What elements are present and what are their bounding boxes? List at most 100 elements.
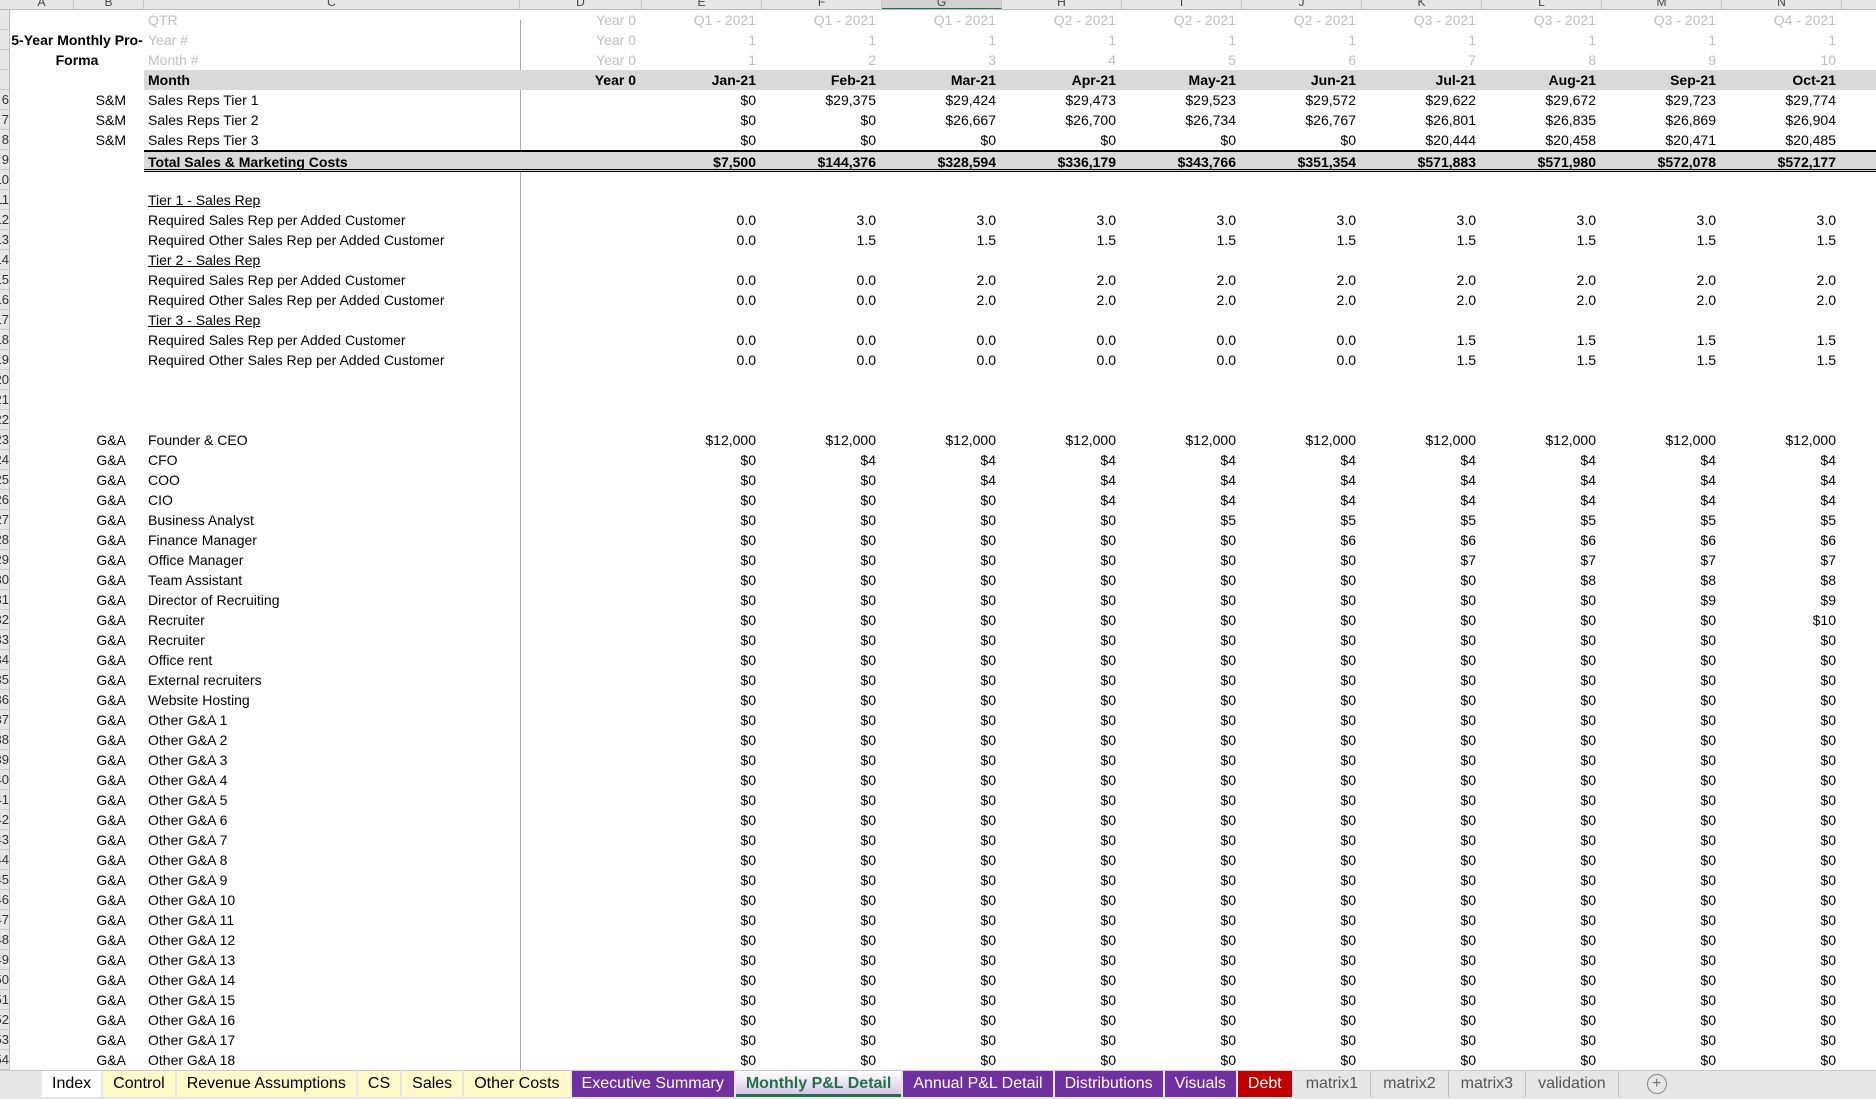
value-cell[interactable]: $0: [1482, 950, 1602, 970]
value-cell[interactable]: 1.5: [1362, 350, 1482, 370]
value-cell[interactable]: 1.5: [1482, 330, 1602, 350]
category-cell[interactable]: G&A: [74, 790, 144, 810]
value-cell[interactable]: $0: [1722, 710, 1842, 730]
row-number[interactable]: [0, 30, 10, 50]
value-cell[interactable]: $0: [1122, 650, 1242, 670]
header-cell[interactable]: 10: [1722, 50, 1842, 70]
value-cell[interactable]: $5: [1242, 510, 1362, 530]
value-cell[interactable]: $0: [1602, 970, 1722, 990]
row-number[interactable]: 7: [0, 110, 10, 130]
value-cell[interactable]: $0: [1362, 850, 1482, 870]
sheet-tab-validation[interactable]: validation: [1526, 1071, 1619, 1097]
column-header-G[interactable]: G: [882, 0, 1002, 9]
value-cell[interactable]: $0: [882, 570, 1002, 590]
sheet-tab-executive-summary[interactable]: Executive Summary: [571, 1071, 734, 1097]
sheet-tab-revenue-assumptions[interactable]: Revenue Assumptions: [176, 1071, 356, 1097]
category-cell[interactable]: G&A: [74, 630, 144, 650]
value-cell[interactable]: $0: [642, 550, 762, 570]
value-cell[interactable]: $0: [1122, 1030, 1242, 1050]
header-label[interactable]: Month #: [144, 50, 520, 70]
value-cell[interactable]: $5: [1602, 510, 1722, 530]
value-cell[interactable]: $0: [882, 870, 1002, 890]
value-cell[interactable]: $0: [762, 470, 882, 490]
value-cell[interactable]: [520, 150, 642, 172]
row-number[interactable]: 49: [0, 950, 10, 970]
value-cell[interactable]: $0: [882, 930, 1002, 950]
value-cell[interactable]: $0: [1362, 750, 1482, 770]
value-cell[interactable]: $0: [1722, 730, 1842, 750]
value-cell[interactable]: $0: [642, 970, 762, 990]
value-cell[interactable]: $0: [1602, 670, 1722, 690]
value-cell[interactable]: $0: [1362, 930, 1482, 950]
row-number[interactable]: 38: [0, 730, 10, 750]
value-cell[interactable]: $29,723: [1602, 90, 1722, 110]
value-cell[interactable]: 1.5: [1482, 350, 1602, 370]
value-cell[interactable]: $29,523: [1122, 90, 1242, 110]
category-cell[interactable]: S&M: [74, 110, 144, 130]
value-cell[interactable]: 1.5: [1002, 230, 1122, 250]
label-cell[interactable]: Other G&A 5: [144, 790, 520, 810]
value-cell[interactable]: $4: [1722, 470, 1842, 490]
value-cell[interactable]: $0: [1122, 930, 1242, 950]
value-cell[interactable]: $0: [1602, 1030, 1722, 1050]
header-cell[interactable]: 1: [642, 30, 762, 50]
label-cell[interactable]: Sales Reps Tier 1: [144, 90, 520, 110]
value-cell[interactable]: [520, 750, 642, 770]
value-cell[interactable]: $0: [1122, 910, 1242, 930]
value-cell[interactable]: $9: [1602, 590, 1722, 610]
value-cell[interactable]: $5: [1122, 510, 1242, 530]
value-cell[interactable]: $0: [882, 130, 1002, 150]
value-cell[interactable]: $0: [1002, 570, 1122, 590]
row-number[interactable]: 44: [0, 850, 10, 870]
value-cell[interactable]: $572,078: [1602, 150, 1722, 172]
value-cell[interactable]: $0: [882, 810, 1002, 830]
value-cell[interactable]: $0: [1722, 970, 1842, 990]
category-cell[interactable]: S&M: [74, 130, 144, 150]
row-number[interactable]: 19: [0, 350, 10, 370]
value-cell[interactable]: 2.0: [1602, 270, 1722, 290]
label-cell[interactable]: Website Hosting: [144, 690, 520, 710]
value-cell[interactable]: $0: [1242, 730, 1362, 750]
value-cell[interactable]: $0: [1242, 790, 1362, 810]
value-cell[interactable]: $4: [1482, 470, 1602, 490]
header-cell[interactable]: May-21: [1122, 70, 1242, 90]
value-cell[interactable]: 0.0: [642, 350, 762, 370]
value-cell[interactable]: 1.5: [1362, 330, 1482, 350]
value-cell[interactable]: $0: [1002, 510, 1122, 530]
sheet-tab-matrix2[interactable]: matrix2: [1371, 1071, 1449, 1097]
value-cell[interactable]: [520, 690, 642, 710]
value-cell[interactable]: $0: [1602, 690, 1722, 710]
value-cell[interactable]: [520, 870, 642, 890]
value-cell[interactable]: $0: [762, 570, 882, 590]
header-cell[interactable]: Year 0: [520, 10, 642, 30]
column-header-L[interactable]: L: [1482, 0, 1602, 9]
sheet-tab-debt[interactable]: Debt: [1237, 1071, 1292, 1097]
sheet-tab-visuals[interactable]: Visuals: [1164, 1071, 1236, 1097]
label-cell[interactable]: Other G&A 12: [144, 930, 520, 950]
value-cell[interactable]: $0: [882, 490, 1002, 510]
category-cell[interactable]: G&A: [74, 610, 144, 630]
category-cell[interactable]: G&A: [74, 910, 144, 930]
label-cell[interactable]: Other G&A 1: [144, 710, 520, 730]
value-cell[interactable]: $0: [1362, 910, 1482, 930]
value-cell[interactable]: $0: [1722, 690, 1842, 710]
label-cell[interactable]: Founder & CEO: [144, 430, 520, 450]
row-number[interactable]: 24: [0, 450, 10, 470]
value-cell[interactable]: $0: [882, 550, 1002, 570]
header-label[interactable]: Year #: [144, 30, 520, 50]
value-cell[interactable]: 1.5: [882, 230, 1002, 250]
category-cell[interactable]: G&A: [74, 830, 144, 850]
value-cell[interactable]: $0: [1482, 870, 1602, 890]
value-cell[interactable]: $0: [1002, 870, 1122, 890]
value-cell[interactable]: $0: [642, 710, 762, 730]
value-cell[interactable]: $0: [1602, 890, 1722, 910]
value-cell[interactable]: 2.0: [882, 270, 1002, 290]
label-cell[interactable]: Required Other Sales Rep per Added Custo…: [144, 290, 520, 310]
value-cell[interactable]: $0: [642, 490, 762, 510]
value-cell[interactable]: $7: [1602, 550, 1722, 570]
value-cell[interactable]: $0: [642, 890, 762, 910]
value-cell[interactable]: $0: [642, 990, 762, 1010]
header-cell[interactable]: 1: [1122, 30, 1242, 50]
value-cell[interactable]: 3.0: [1002, 210, 1122, 230]
value-cell[interactable]: [520, 1030, 642, 1050]
